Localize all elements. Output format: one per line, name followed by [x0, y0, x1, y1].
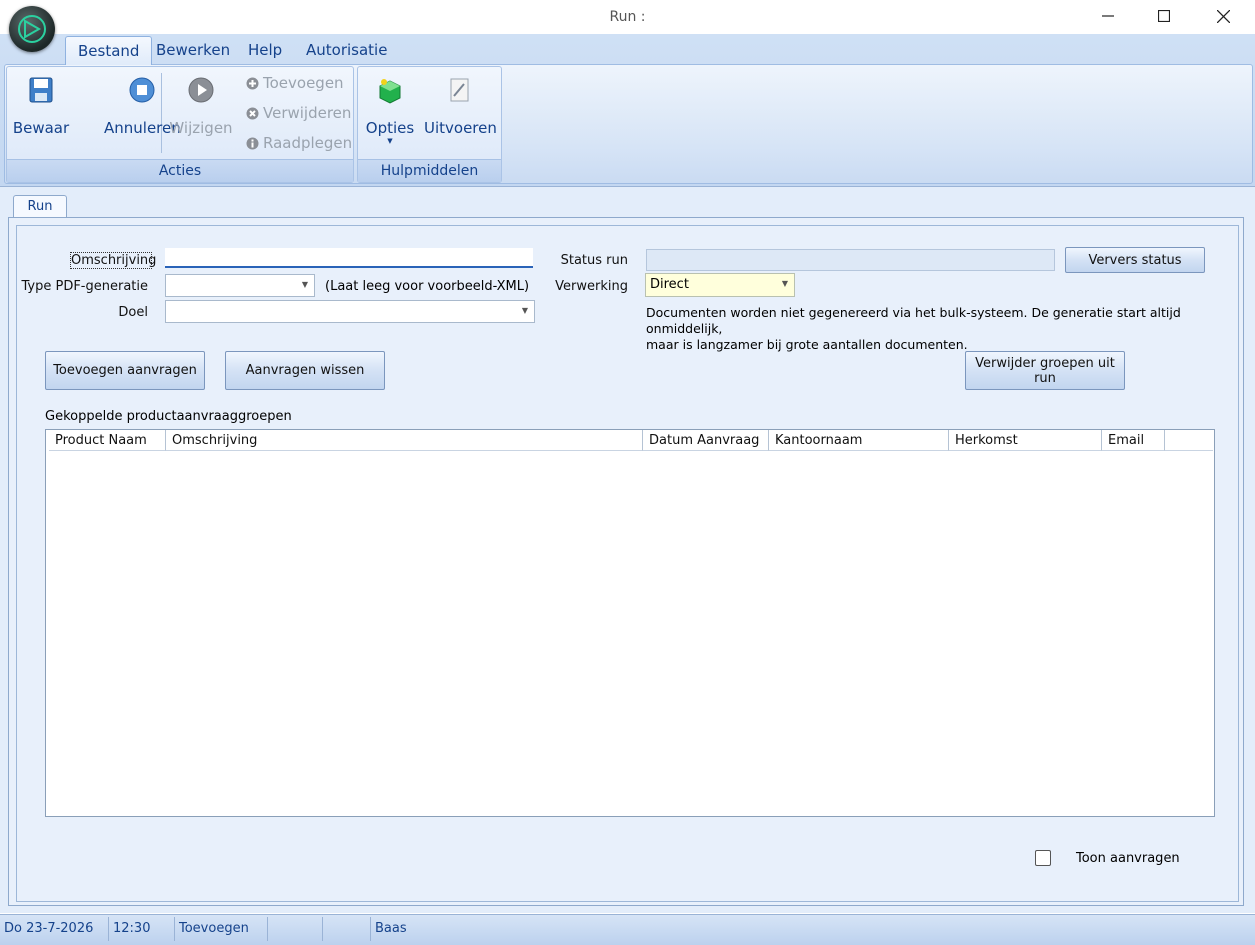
column-header-email[interactable]: Email	[1102, 430, 1165, 451]
status-run-label: Status run	[560, 253, 628, 268]
raadplegen-label: Raadplegen	[263, 134, 353, 152]
status-user: Baas	[375, 921, 407, 936]
column-header-herkomst[interactable]: Herkomst	[949, 430, 1102, 451]
type-pdf-select[interactable]: ▼	[165, 274, 315, 297]
aanvragen-wissen-button[interactable]: Aanvragen wissen	[225, 351, 385, 390]
toevoegen-button[interactable]: Toevoegen	[246, 74, 344, 92]
status-date: Do 23-7-2026	[0, 917, 109, 941]
play-logo-icon	[24, 19, 41, 39]
minimize-button[interactable]	[1080, 0, 1136, 32]
play-icon	[188, 77, 214, 103]
close-button[interactable]	[1195, 0, 1251, 32]
column-header-product-naam[interactable]: Product Naam	[49, 430, 166, 451]
opties-label: Opties	[365, 119, 415, 137]
tab-bewerken[interactable]: Bewerken	[144, 36, 242, 64]
column-header-filler	[1165, 430, 1213, 451]
chevron-down-icon: ▼	[781, 279, 788, 288]
verwerking-label: Verwerking	[555, 279, 628, 294]
chevron-down-icon: ▼	[387, 137, 393, 145]
bewaar-label: Bewaar	[12, 119, 70, 137]
doel-label: Doel	[118, 305, 148, 320]
ververs-status-button[interactable]: Ververs status	[1065, 247, 1205, 273]
group-label-hulpmiddelen: Hulpmiddelen	[358, 159, 501, 182]
toon-aanvragen-label: Toon aanvragen	[1076, 851, 1180, 866]
status-mode: Toevoegen	[175, 917, 268, 941]
maximize-button[interactable]	[1136, 0, 1192, 32]
uitvoeren-button[interactable]: Uitvoeren	[424, 76, 497, 137]
group-label-acties: Acties	[7, 159, 353, 182]
opties-button[interactable]: Opties ▼	[362, 76, 418, 145]
type-pdf-label: Type PDF-generatie	[21, 279, 148, 294]
bewaar-button[interactable]: Bewaar	[10, 76, 72, 137]
tab-bestand[interactable]: Bestand	[65, 36, 153, 65]
omschrijving-label: Omschrijving	[70, 252, 157, 269]
wijzigen-label: Wijzigen	[169, 119, 233, 137]
window-title: Run :	[609, 9, 646, 25]
options-cube-icon	[379, 79, 401, 104]
chevron-down-icon: ▼	[521, 306, 528, 315]
verwijderen-button[interactable]: Verwijderen	[246, 104, 351, 122]
column-header-kantoornaam[interactable]: Kantoornaam	[769, 430, 949, 451]
toevoegen-label: Toevoegen	[263, 74, 344, 92]
info-icon	[246, 137, 259, 149]
minimize-icon	[1102, 15, 1114, 17]
tab-autorisatie[interactable]: Autorisatie	[294, 36, 399, 64]
close-icon	[1216, 9, 1230, 23]
type-pdf-hint: (Laat leeg voor voorbeeld-XML)	[325, 279, 530, 294]
verwerking-info: Documenten worden niet gegenereerd via h…	[646, 305, 1236, 353]
verwerking-info-line-2: maar is langzamer bij grote aantallen do…	[646, 337, 968, 352]
toon-aanvragen-checkbox[interactable]	[1035, 850, 1051, 866]
save-disk-icon	[29, 77, 53, 103]
cancel-icon	[129, 77, 155, 103]
uitvoeren-label: Uitvoeren	[424, 119, 497, 137]
add-icon	[246, 77, 259, 89]
status-run-field	[646, 249, 1055, 271]
app-menu-button[interactable]	[9, 6, 55, 52]
execute-document-icon	[450, 78, 469, 102]
column-header-omschrijving[interactable]: Omschrijving	[166, 430, 643, 451]
doel-select[interactable]: ▼	[165, 300, 535, 323]
tab-run[interactable]: Run	[13, 195, 67, 218]
grid-title: Gekoppelde productaanvraaggroepen	[45, 409, 292, 424]
status-empty-1	[268, 917, 323, 941]
product-request-groups-grid[interactable]: Product Naam Omschrijving Datum Aanvraag…	[45, 429, 1215, 817]
delete-icon	[246, 107, 259, 119]
toevoegen-aanvragen-button[interactable]: Toevoegen aanvragen	[45, 351, 205, 390]
raadplegen-button[interactable]: Raadplegen	[246, 134, 352, 152]
tab-help[interactable]: Help	[236, 36, 294, 64]
omschrijving-input[interactable]	[165, 248, 533, 268]
verwerking-select[interactable]: Direct ▼	[645, 273, 795, 297]
column-header-datum-aanvraag[interactable]: Datum Aanvraag	[643, 430, 769, 451]
chevron-down-icon: ▼	[301, 280, 308, 289]
wijzigen-button[interactable]: Wijzigen	[166, 76, 236, 137]
verwijder-groepen-button[interactable]: Verwijder groepen uit run	[965, 351, 1125, 390]
verwerking-value: Direct	[650, 277, 689, 292]
status-empty-2	[323, 917, 371, 941]
verwijderen-label: Verwijderen	[263, 104, 352, 122]
status-time: 12:30	[109, 917, 175, 941]
maximize-icon	[1158, 10, 1170, 22]
verwerking-info-line-1: Documenten worden niet gegenereerd via h…	[646, 305, 1181, 336]
